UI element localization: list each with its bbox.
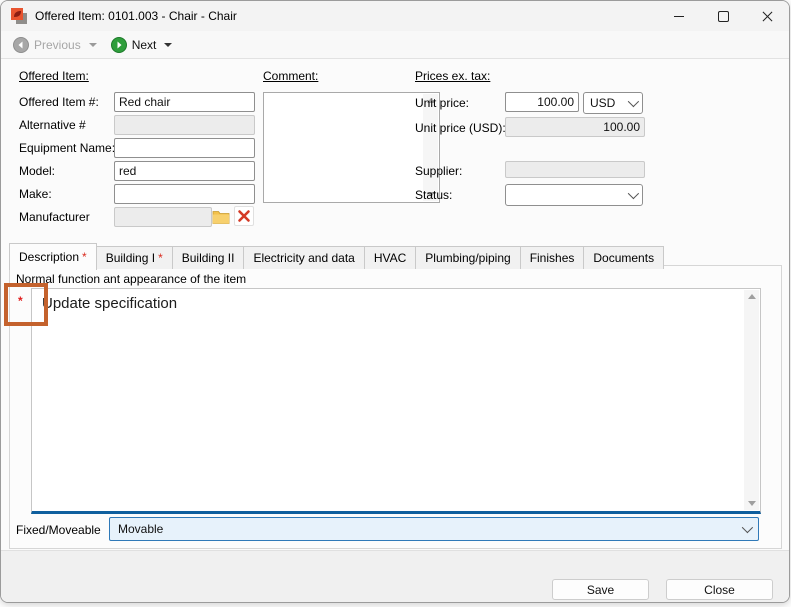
fixed-moveable-value: Movable [118, 522, 163, 536]
field-label-manufacturer: Manufacturer [19, 210, 90, 224]
required-marker: * [82, 250, 87, 264]
toolbar: Previous Next [1, 31, 789, 59]
supplier-input [505, 161, 645, 178]
tab-documents[interactable]: Documents [583, 246, 664, 269]
tab-plumbing-piping[interactable]: Plumbing/piping [415, 246, 520, 269]
section-header-offered-item: Offered Item: [19, 69, 89, 83]
comment-textarea[interactable] [263, 92, 440, 203]
app-icon [11, 8, 27, 24]
footer-bar: Save Close [1, 550, 789, 602]
specification-text: Update specification [42, 295, 736, 312]
currency-value: USD [590, 96, 615, 110]
comment-scrollbar[interactable] [423, 94, 438, 201]
next-icon [111, 37, 127, 53]
minimize-button[interactable] [657, 1, 701, 31]
status-combo[interactable] [505, 184, 643, 206]
specification-scrollbar[interactable] [744, 290, 759, 510]
window-controls [657, 1, 789, 31]
tab-description[interactable]: Description* [9, 243, 97, 270]
tab-hvac[interactable]: HVAC [364, 246, 416, 269]
field-label-offered-item-number: Offered Item #: [19, 95, 99, 109]
field-label-model: Model: [19, 164, 55, 178]
screen: Offered Item: 0101.003 - Chair - Chair P… [0, 0, 791, 607]
tab-building-2[interactable]: Building II [172, 246, 245, 269]
section-header-comment: Comment: [263, 69, 318, 83]
chevron-down-icon [742, 522, 753, 533]
equipment-name-input[interactable] [114, 138, 255, 158]
scroll-up-icon[interactable] [748, 294, 756, 299]
field-label-status: Status: [415, 188, 452, 202]
maximize-button[interactable] [701, 1, 745, 31]
next-button[interactable]: Next [111, 37, 173, 53]
tab-electricity-and-data[interactable]: Electricity and data [243, 246, 364, 269]
field-label-alternative-number: Alternative # [19, 118, 86, 132]
field-label-unit-price: Unit price: [415, 96, 469, 110]
previous-button[interactable]: Previous [13, 37, 97, 53]
tab-finishes[interactable]: Finishes [520, 246, 585, 269]
field-label-make: Make: [19, 187, 52, 201]
previous-label: Previous [34, 38, 81, 52]
fixed-moveable-combo[interactable]: Movable [109, 517, 759, 541]
required-marker: * [18, 294, 23, 308]
field-label-unit-price-usd: Unit price (USD): [415, 121, 506, 135]
alternative-number-input [114, 115, 255, 135]
manufacturer-input [114, 207, 212, 227]
field-label-equipment-name: Equipment Name: [19, 141, 115, 155]
previous-icon [13, 37, 29, 53]
unit-price-input[interactable] [505, 92, 579, 112]
specification-field-label: Normal function ant appearance of the it… [16, 272, 246, 286]
model-input[interactable] [114, 161, 255, 181]
specification-textarea[interactable]: Update specification [31, 288, 761, 514]
tab-building-1[interactable]: Building I* [96, 246, 173, 269]
tab-strip: Description* Building I* Building II Ele… [9, 243, 663, 269]
close-icon [762, 11, 773, 22]
minimize-icon [674, 16, 684, 17]
section-header-prices: Prices ex. tax: [415, 69, 490, 83]
maximize-icon [718, 11, 729, 22]
next-dropdown-icon[interactable] [164, 43, 172, 47]
fixed-moveable-label: Fixed/Moveable [16, 523, 101, 537]
unit-price-usd-input [505, 117, 645, 137]
chevron-down-icon [628, 96, 639, 107]
next-label: Next [132, 38, 157, 52]
previous-dropdown-icon[interactable] [89, 43, 97, 47]
make-input[interactable] [114, 184, 255, 204]
close-button[interactable] [745, 1, 789, 31]
delete-x-icon [237, 209, 251, 223]
offered-item-number-input[interactable] [114, 92, 255, 112]
title-bar: Offered Item: 0101.003 - Chair - Chair [1, 1, 789, 31]
offered-item-dialog: Offered Item: 0101.003 - Chair - Chair P… [0, 0, 790, 603]
folder-icon [212, 209, 230, 224]
manufacturer-browse-button[interactable] [211, 206, 231, 226]
required-marker: * [158, 251, 163, 265]
chevron-down-icon [628, 188, 639, 199]
currency-combo[interactable]: USD [583, 92, 643, 114]
manufacturer-clear-button[interactable] [234, 206, 254, 226]
scroll-down-icon[interactable] [748, 501, 756, 506]
save-button[interactable]: Save [552, 579, 649, 600]
field-label-supplier: Supplier: [415, 164, 462, 178]
window-title: Offered Item: 0101.003 - Chair - Chair [35, 9, 237, 23]
close-dialog-button[interactable]: Close [666, 579, 773, 600]
